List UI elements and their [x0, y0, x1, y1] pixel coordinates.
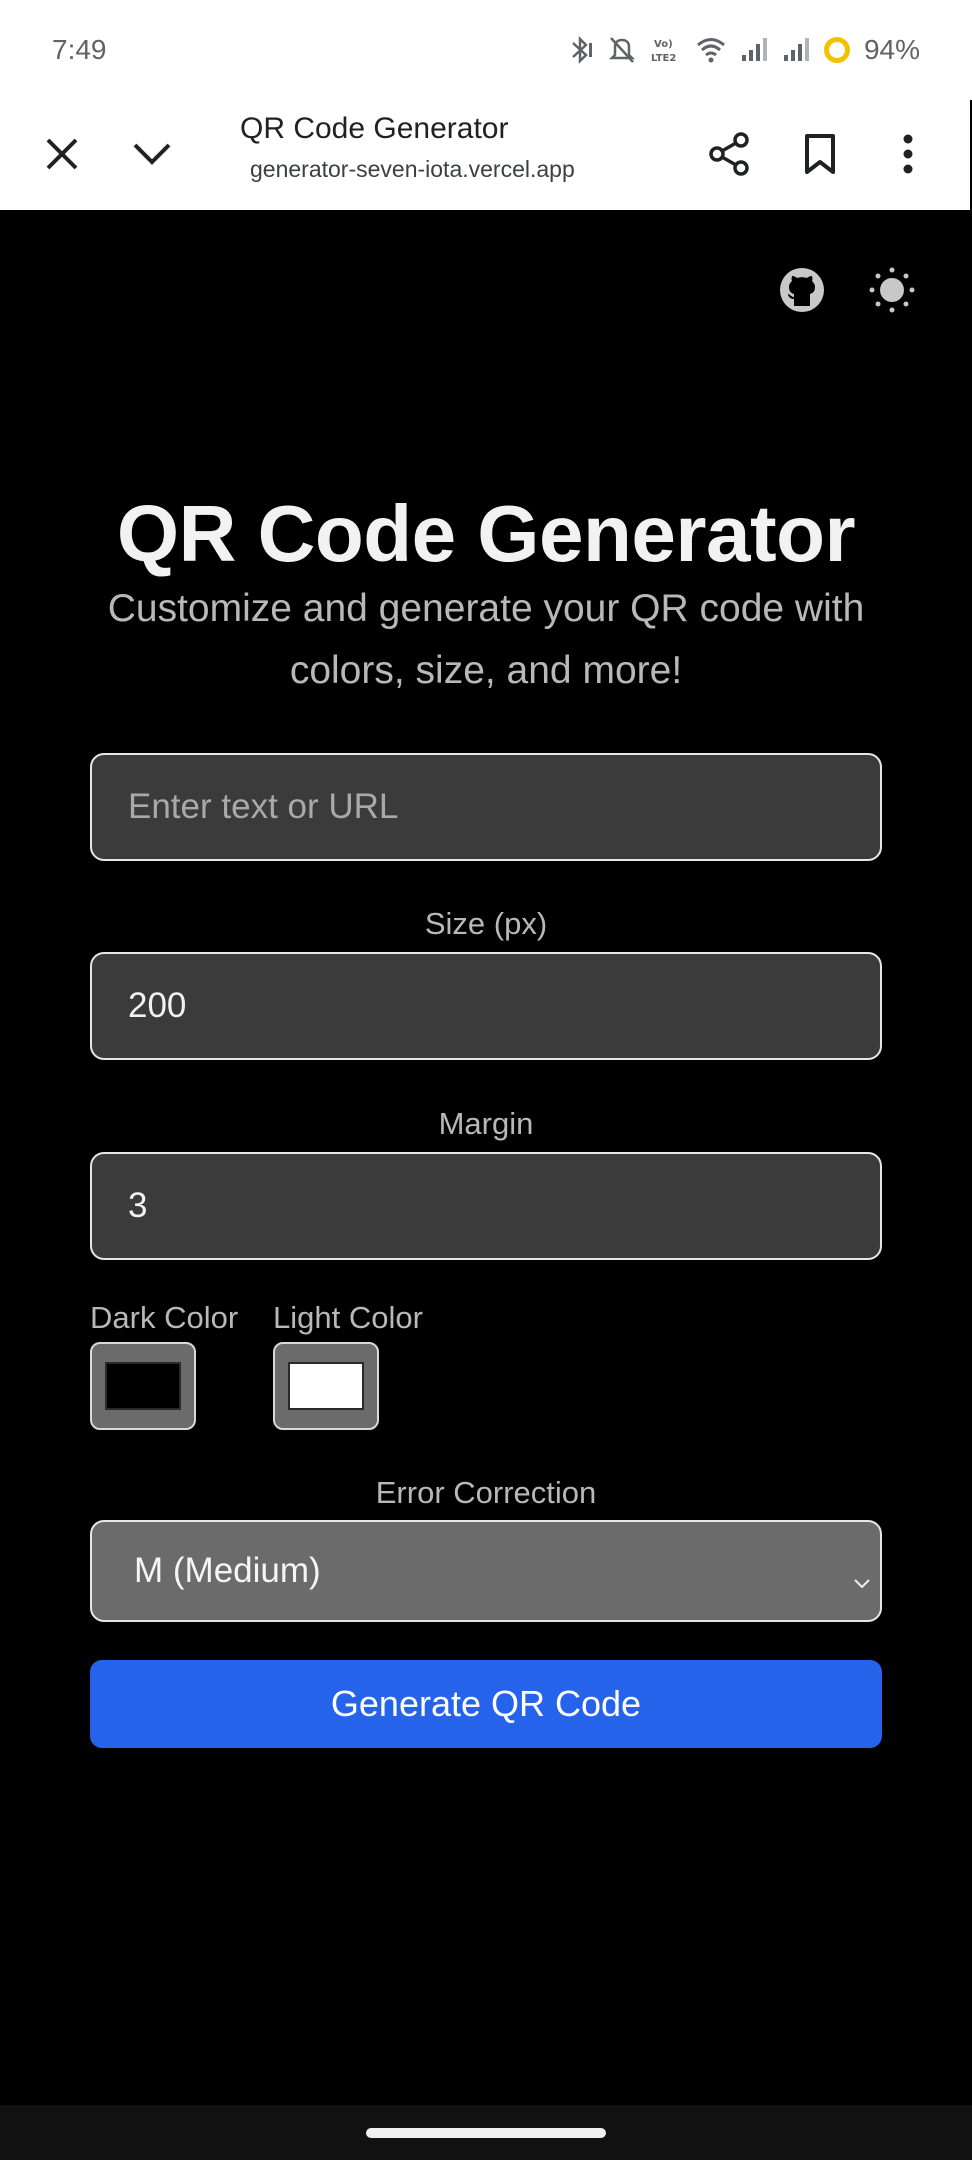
- chevron-down-icon: [852, 1560, 872, 1600]
- page-title: QR Code Generator: [116, 489, 856, 578]
- volte-icon: Vo) LTE2: [650, 35, 682, 65]
- dark-color-label: Dark Color: [90, 1300, 239, 1335]
- text-url-input[interactable]: [90, 753, 882, 861]
- signal-icon: [782, 37, 810, 63]
- margin-input[interactable]: [90, 1152, 882, 1260]
- size-label: Size (px): [424, 906, 548, 941]
- error-correction-select[interactable]: M (Medium): [90, 1520, 882, 1622]
- bluetooth-icon: [568, 35, 594, 65]
- page-content: QR Code Generator Customize and generate…: [0, 210, 972, 2105]
- status-bar: 7:49 Vo) LTE2 94%: [0, 0, 972, 100]
- home-indicator[interactable]: [366, 2128, 606, 2138]
- chevron-down-icon[interactable]: [116, 118, 188, 190]
- dark-color-swatch: [105, 1362, 181, 1410]
- light-color-picker[interactable]: [273, 1342, 379, 1430]
- error-correction-label: Error Correction: [375, 1475, 597, 1510]
- margin-label: Margin: [438, 1106, 534, 1141]
- sun-icon[interactable]: [862, 260, 922, 320]
- browser-title-block[interactable]: QR Code Generator generator-seven-iota.v…: [240, 112, 575, 183]
- size-input[interactable]: [90, 952, 882, 1060]
- battery-icon: [823, 37, 850, 63]
- github-icon[interactable]: [772, 260, 832, 320]
- page-subtitle: Customize and generate your QR code with…: [107, 587, 865, 692]
- browser-url: generator-seven-iota.vercel.app: [250, 156, 575, 182]
- status-time: 7:49: [52, 34, 107, 65]
- share-icon[interactable]: [694, 118, 766, 190]
- signal-icon: [740, 37, 768, 63]
- svg-text:LTE2: LTE2: [651, 53, 676, 64]
- dark-color-picker[interactable]: [90, 1342, 196, 1430]
- browser-page-title: QR Code Generator: [240, 112, 509, 145]
- light-color-label: Light Color: [273, 1300, 423, 1335]
- svg-text:Vo): Vo): [654, 39, 673, 50]
- browser-toolbar: QR Code Generator generator-seven-iota.v…: [0, 100, 972, 210]
- status-icons: Vo) LTE2 94%: [568, 34, 920, 66]
- more-vert-icon[interactable]: [872, 118, 944, 190]
- generate-qr-button[interactable]: Generate QR Code: [90, 1660, 882, 1748]
- wifi-icon: [696, 36, 726, 64]
- light-color-swatch: [288, 1362, 364, 1410]
- battery-level: 94%: [863, 34, 920, 65]
- bookmark-icon[interactable]: [784, 118, 856, 190]
- close-icon[interactable]: [26, 118, 98, 190]
- mute-icon: [608, 35, 636, 65]
- error-correction-value: M (Medium): [134, 1551, 321, 1590]
